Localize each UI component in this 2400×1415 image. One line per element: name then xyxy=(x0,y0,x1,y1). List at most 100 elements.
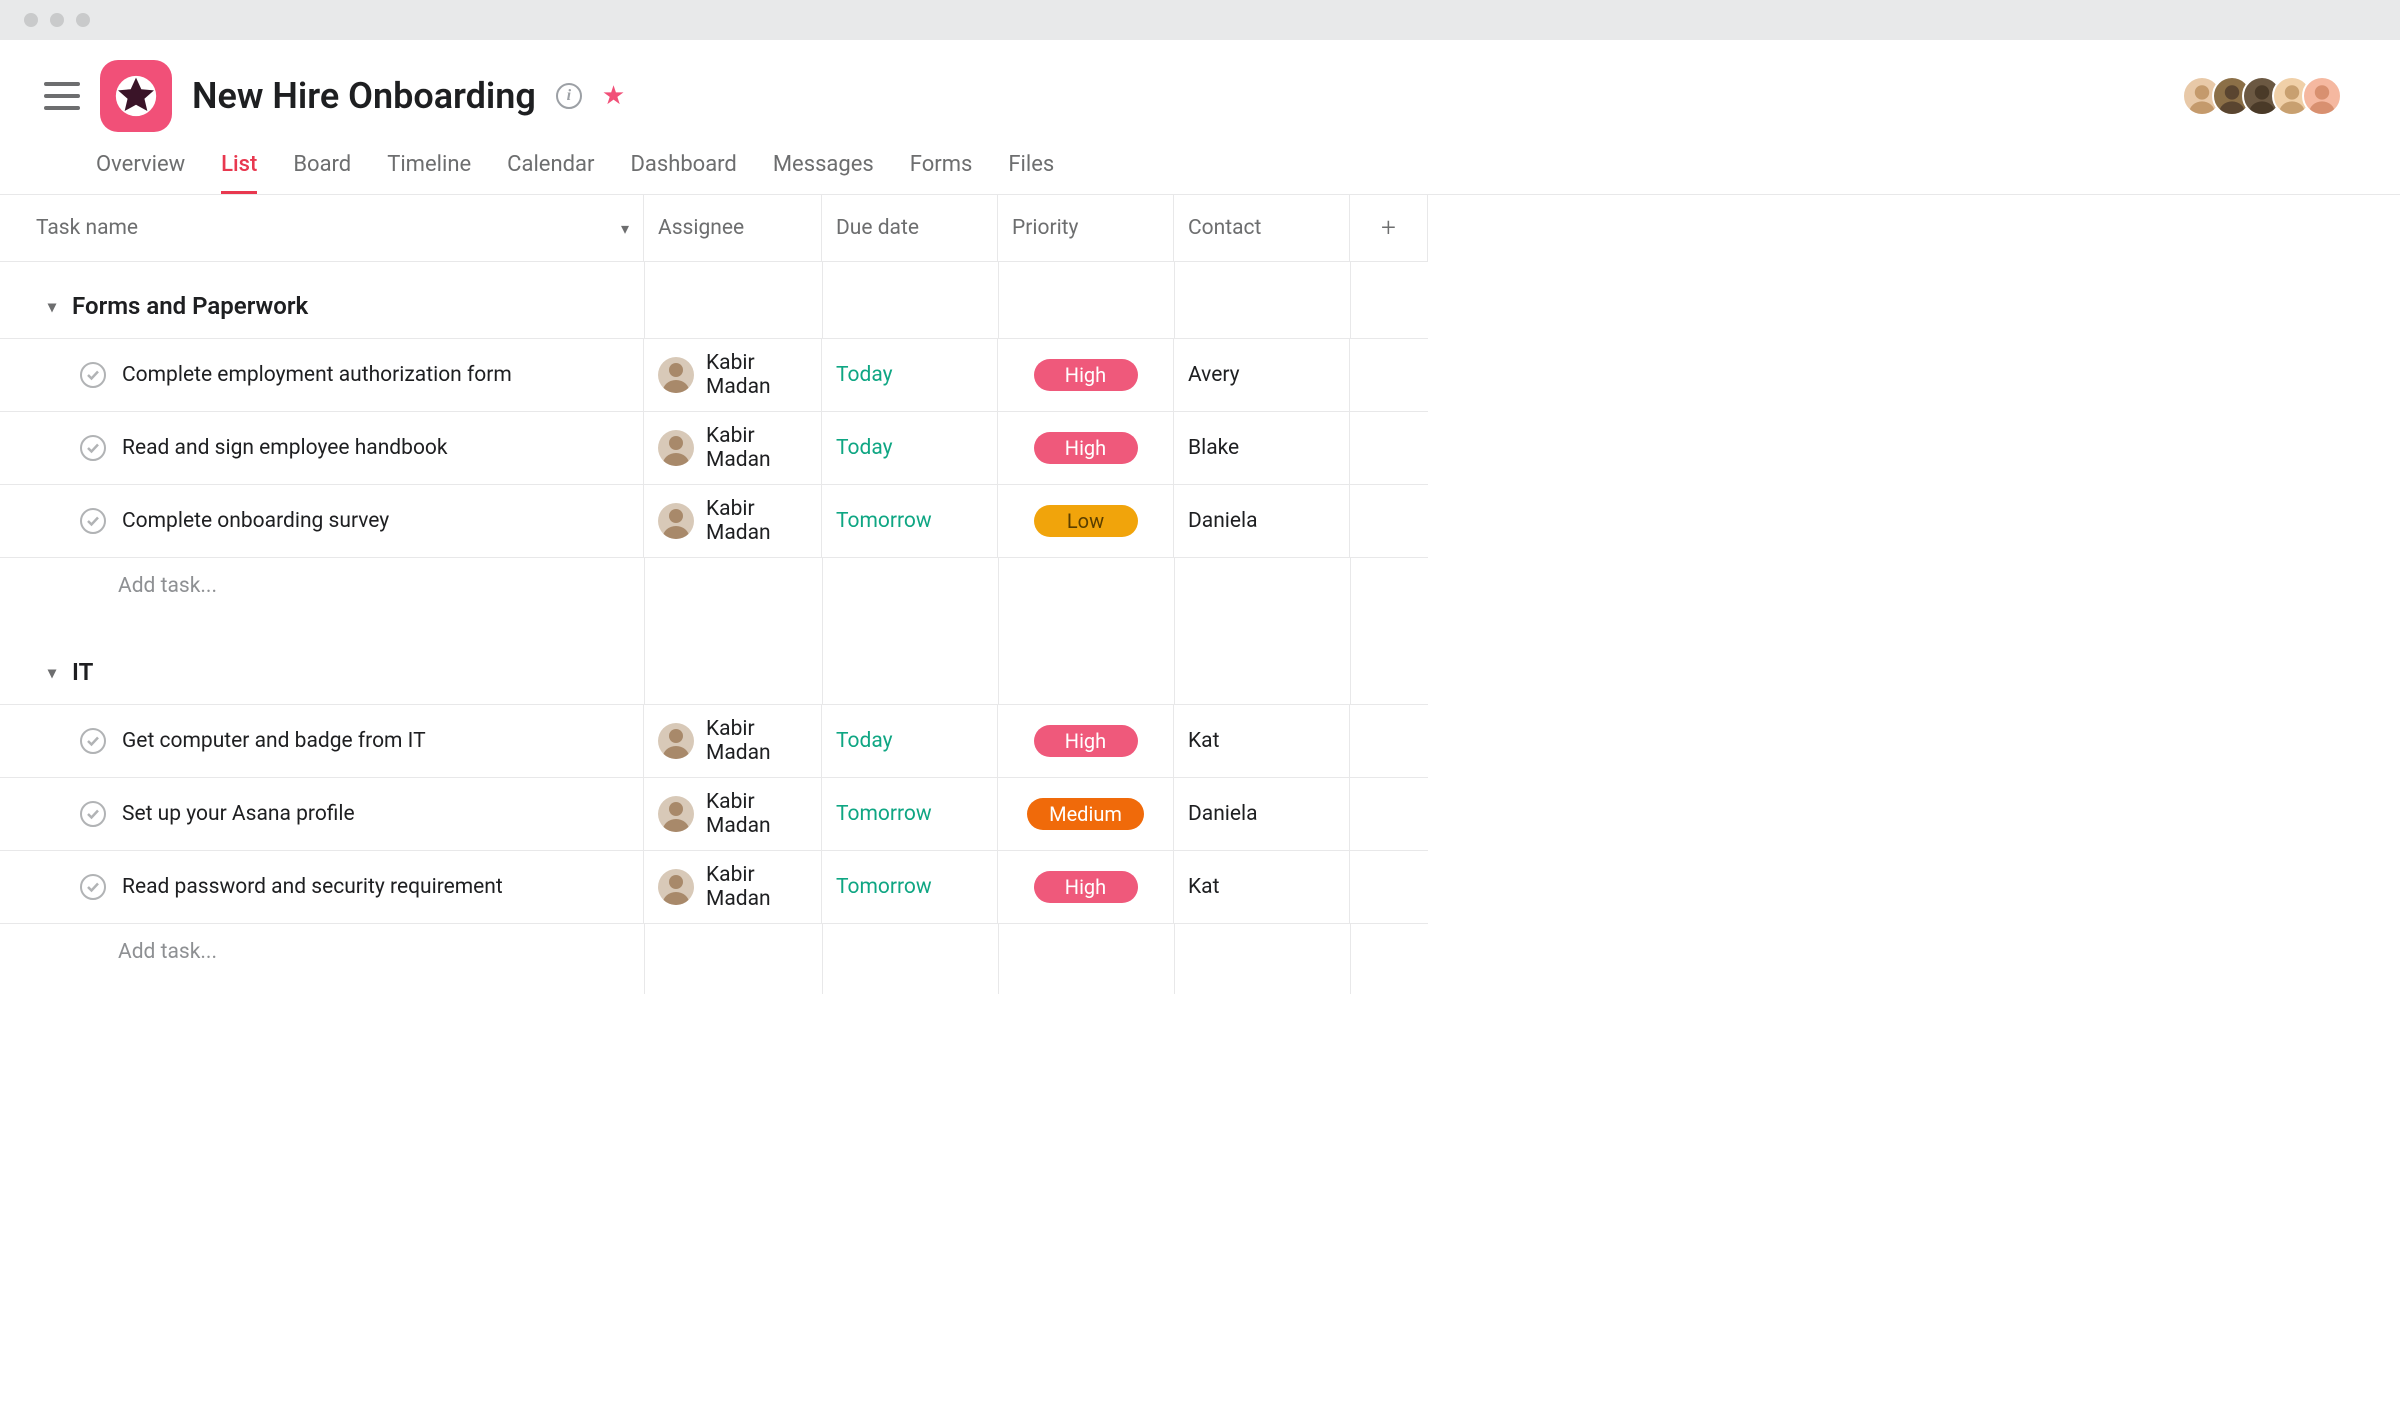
complete-task-checkbox[interactable] xyxy=(80,508,106,534)
due-date: Today xyxy=(836,729,893,753)
priority-cell[interactable]: Medium xyxy=(998,778,1174,851)
caret-down-icon[interactable]: ▾ xyxy=(48,663,56,682)
contact-cell[interactable]: Kat xyxy=(1174,705,1350,778)
column-header-due-date[interactable]: Due date xyxy=(822,195,998,262)
section-blank xyxy=(644,262,822,339)
blank xyxy=(822,558,998,628)
task-row[interactable]: Read and sign employee handbook xyxy=(0,412,644,485)
assignee-cell[interactable]: Kabir Madan xyxy=(644,339,822,412)
section-header[interactable]: ▾IT xyxy=(0,628,644,705)
assignee-name: Kabir Madan xyxy=(706,790,807,838)
section-blank xyxy=(822,262,998,339)
tab-files[interactable]: Files xyxy=(1008,152,1054,194)
blank xyxy=(1350,558,1428,628)
priority-pill: High xyxy=(1034,359,1138,391)
caret-down-icon[interactable]: ▾ xyxy=(48,297,56,316)
task-name: Read password and security requirement xyxy=(122,875,503,899)
project-icon[interactable] xyxy=(100,60,172,132)
plus-icon: + xyxy=(1381,213,1396,243)
task-row[interactable]: Read password and security requirement xyxy=(0,851,644,924)
task-name: Complete employment authorization form xyxy=(122,363,512,387)
traffic-light-minimize[interactable] xyxy=(50,13,64,27)
column-header-priority[interactable]: Priority xyxy=(998,195,1174,262)
column-header-task-name[interactable]: Task name ▾ xyxy=(0,195,644,262)
info-icon[interactable]: i xyxy=(556,83,582,109)
due-date-cell[interactable]: Today xyxy=(822,705,998,778)
priority-cell[interactable]: High xyxy=(998,412,1174,485)
project-title[interactable]: New Hire Onboarding xyxy=(192,75,536,117)
assignee-cell[interactable]: Kabir Madan xyxy=(644,485,822,558)
due-date: Tomorrow xyxy=(836,509,932,533)
assignee-name: Kabir Madan xyxy=(706,424,807,472)
chevron-down-icon[interactable]: ▾ xyxy=(621,219,629,238)
section-blank xyxy=(1174,262,1350,339)
assignee-avatar xyxy=(658,430,694,466)
priority-cell[interactable]: High xyxy=(998,339,1174,412)
assignee-avatar xyxy=(658,357,694,393)
assignee-cell[interactable]: Kabir Madan xyxy=(644,851,822,924)
tab-calendar[interactable]: Calendar xyxy=(507,152,594,194)
tab-timeline[interactable]: Timeline xyxy=(387,152,471,194)
assignee-cell[interactable]: Kabir Madan xyxy=(644,412,822,485)
section-blank xyxy=(998,262,1174,339)
contact-name: Daniela xyxy=(1188,509,1258,533)
row-end-cell xyxy=(1350,851,1428,924)
priority-pill: Low xyxy=(1034,505,1138,537)
task-row[interactable]: Complete employment authorization form xyxy=(0,339,644,412)
contact-cell[interactable]: Kat xyxy=(1174,851,1350,924)
add-column-button[interactable]: + xyxy=(1350,195,1428,262)
section-blank xyxy=(822,628,998,705)
row-end-cell xyxy=(1350,339,1428,412)
column-header-contact[interactable]: Contact xyxy=(1174,195,1350,262)
priority-cell[interactable]: High xyxy=(998,705,1174,778)
contact-cell[interactable]: Avery xyxy=(1174,339,1350,412)
section-header[interactable]: ▾Forms and Paperwork xyxy=(0,262,644,339)
window-chrome xyxy=(0,0,2400,40)
tab-overview[interactable]: Overview xyxy=(96,152,185,194)
assignee-name: Kabir Madan xyxy=(706,863,807,911)
priority-pill: High xyxy=(1034,725,1138,757)
complete-task-checkbox[interactable] xyxy=(80,801,106,827)
tab-list[interactable]: List xyxy=(221,152,257,194)
complete-task-checkbox[interactable] xyxy=(80,362,106,388)
menu-icon[interactable] xyxy=(44,82,80,110)
due-date-cell[interactable]: Tomorrow xyxy=(822,778,998,851)
due-date-cell[interactable]: Tomorrow xyxy=(822,851,998,924)
task-row[interactable]: Set up your Asana profile xyxy=(0,778,644,851)
contact-cell[interactable]: Daniela xyxy=(1174,485,1350,558)
priority-cell[interactable]: High xyxy=(998,851,1174,924)
traffic-light-zoom[interactable] xyxy=(76,13,90,27)
contact-cell[interactable]: Blake xyxy=(1174,412,1350,485)
priority-cell[interactable]: Low xyxy=(998,485,1174,558)
section-blank xyxy=(1174,628,1350,705)
task-row[interactable]: Get computer and badge from IT xyxy=(0,705,644,778)
task-row[interactable]: Complete onboarding survey xyxy=(0,485,644,558)
complete-task-checkbox[interactable] xyxy=(80,874,106,900)
add-task-button[interactable]: Add task... xyxy=(0,924,644,994)
due-date-cell[interactable]: Tomorrow xyxy=(822,485,998,558)
column-header-label: Due date xyxy=(836,216,919,240)
contact-cell[interactable]: Daniela xyxy=(1174,778,1350,851)
assignee-cell[interactable]: Kabir Madan xyxy=(644,778,822,851)
avatar[interactable] xyxy=(2302,76,2342,116)
column-header-assignee[interactable]: Assignee xyxy=(644,195,822,262)
tab-dashboard[interactable]: Dashboard xyxy=(630,152,736,194)
column-header-label: Contact xyxy=(1188,216,1261,240)
due-date-cell[interactable]: Today xyxy=(822,339,998,412)
blank xyxy=(998,924,1174,994)
column-header-label: Assignee xyxy=(658,216,744,240)
assignee-cell[interactable]: Kabir Madan xyxy=(644,705,822,778)
collaborator-avatars[interactable] xyxy=(2192,76,2372,116)
tab-messages[interactable]: Messages xyxy=(773,152,874,194)
complete-task-checkbox[interactable] xyxy=(80,728,106,754)
complete-task-checkbox[interactable] xyxy=(80,435,106,461)
blank xyxy=(644,558,822,628)
tab-board[interactable]: Board xyxy=(293,152,351,194)
due-date-cell[interactable]: Today xyxy=(822,412,998,485)
star-icon[interactable]: ★ xyxy=(602,81,625,111)
contact-name: Avery xyxy=(1188,363,1240,387)
add-task-button[interactable]: Add task... xyxy=(0,558,644,628)
tab-forms[interactable]: Forms xyxy=(910,152,973,194)
traffic-light-close[interactable] xyxy=(24,13,38,27)
due-date: Today xyxy=(836,436,893,460)
